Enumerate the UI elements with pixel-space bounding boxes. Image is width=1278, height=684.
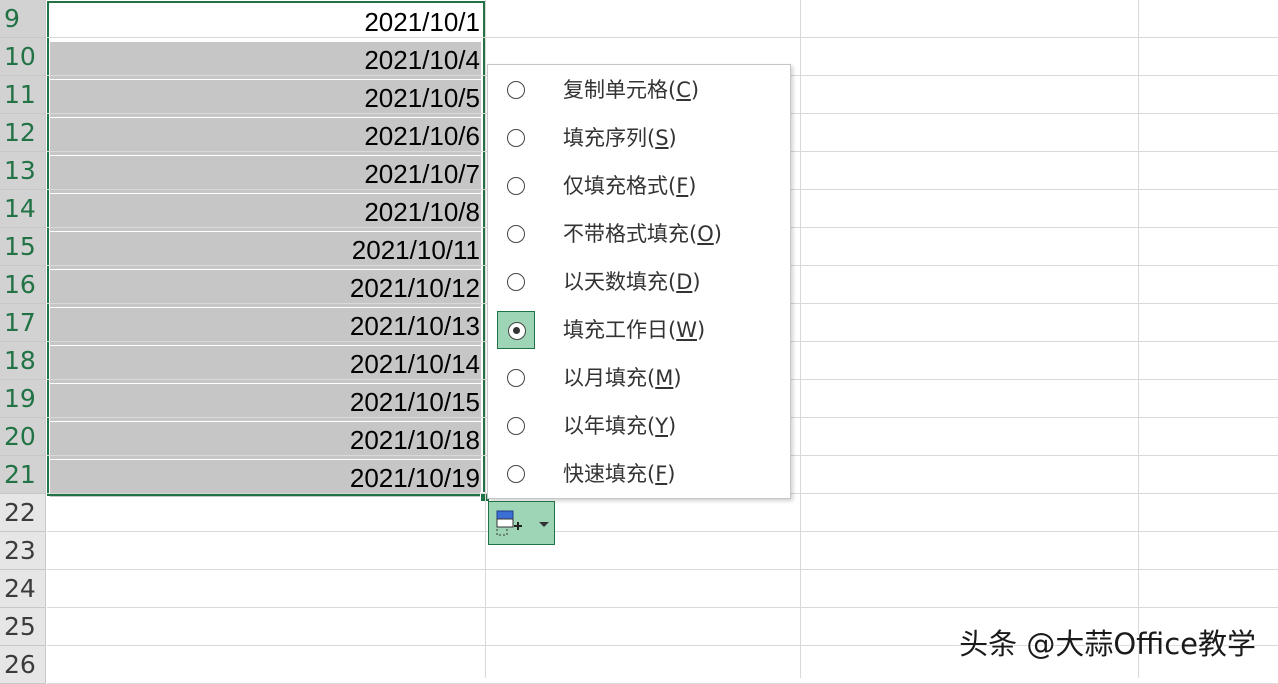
autofill-option[interactable]: 以年填充(Y)	[488, 405, 790, 449]
gridline	[485, 0, 486, 678]
option-label: 快速填充(F)	[563, 462, 676, 486]
date-cell[interactable]: 2021/10/19	[50, 460, 481, 497]
autofill-option[interactable]: 仅填充格式(F)	[488, 165, 790, 209]
autofill-option[interactable]: 填充序列(S)	[488, 117, 790, 161]
gridline	[800, 0, 801, 678]
date-cell[interactable]: 2021/10/1	[50, 4, 481, 41]
radio-icon	[507, 81, 525, 99]
date-cell[interactable]: 2021/10/15	[50, 384, 481, 421]
option-accelerator: C	[676, 78, 691, 102]
autofill-option[interactable]: 以天数填充(D)	[488, 261, 790, 305]
autofill-option[interactable]: 快速填充(F)	[488, 453, 790, 497]
row-header[interactable]: 15	[0, 228, 46, 266]
radio-icon	[507, 465, 525, 483]
date-cell[interactable]: 2021/10/5	[50, 80, 481, 117]
autofill-option[interactable]: 复制单元格(C)	[488, 69, 790, 113]
option-label: 仅填充格式(F)	[563, 174, 697, 198]
radio-button[interactable]	[497, 167, 535, 205]
option-label: 不带格式填充(O)	[563, 222, 722, 246]
watermark: 头条 @大蒜Office教学	[959, 627, 1256, 661]
date-cell[interactable]: 2021/10/8	[50, 194, 481, 231]
gridline	[1138, 0, 1139, 678]
option-label: 填充序列(S)	[563, 126, 677, 150]
option-label: 以天数填充(D)	[563, 270, 701, 294]
radio-button[interactable]	[497, 263, 535, 301]
radio-button[interactable]	[497, 119, 535, 157]
option-accelerator: F	[676, 174, 689, 198]
option-label: 复制单元格(C)	[563, 78, 700, 102]
date-cell[interactable]: 2021/10/7	[50, 156, 481, 193]
autofill-options-icon	[496, 510, 522, 536]
radio-icon	[507, 273, 525, 291]
chevron-down-icon	[539, 522, 549, 527]
row-header[interactable]: 22	[0, 494, 46, 532]
row-header[interactable]: 24	[0, 570, 46, 608]
row-header[interactable]: 14	[0, 190, 46, 228]
row-header[interactable]: 11	[0, 76, 46, 114]
row-header[interactable]: 17	[0, 304, 46, 342]
row-header[interactable]: 16	[0, 266, 46, 304]
date-cell[interactable]: 2021/10/14	[50, 346, 481, 383]
option-accelerator: S	[655, 126, 669, 150]
radio-button[interactable]	[497, 215, 535, 253]
row-header[interactable]: 26	[0, 646, 46, 684]
date-cell[interactable]: 2021/10/13	[50, 308, 481, 345]
date-cell[interactable]: 2021/10/12	[50, 270, 481, 307]
row-header[interactable]: 13	[0, 152, 46, 190]
option-accelerator: W	[676, 318, 697, 342]
row-header[interactable]: 19	[0, 380, 46, 418]
option-accelerator: F	[655, 462, 668, 486]
row-header[interactable]: 23	[0, 532, 46, 570]
autofill-option[interactable]: 以月填充(M)	[488, 357, 790, 401]
row-header[interactable]: 25	[0, 608, 46, 646]
radio-button[interactable]	[497, 311, 535, 349]
gridline	[47, 607, 1278, 608]
row-header[interactable]: 10	[0, 38, 46, 76]
option-accelerator: Y	[655, 414, 669, 438]
autofill-options-menu: 复制单元格(C) 填充序列(S) 仅填充格式(F) 不带格式填充(O) 以天数填充(D)…	[487, 64, 791, 499]
row-header[interactable]: 12	[0, 114, 46, 152]
option-label: 填充工作日(W)	[563, 318, 706, 342]
radio-button[interactable]	[497, 359, 535, 397]
radio-button[interactable]	[497, 71, 535, 109]
radio-icon	[508, 322, 526, 340]
gridline	[47, 531, 1278, 532]
date-cell[interactable]: 2021/10/11	[50, 232, 481, 269]
option-accelerator: O	[697, 222, 714, 246]
option-label: 以月填充(M)	[563, 366, 682, 390]
radio-icon	[507, 129, 525, 147]
radio-button[interactable]	[497, 455, 535, 493]
radio-icon	[507, 225, 525, 243]
radio-icon	[507, 417, 525, 435]
gridline	[47, 37, 1278, 38]
radio-button[interactable]	[497, 407, 535, 445]
date-cell[interactable]: 2021/10/6	[50, 118, 481, 155]
radio-icon	[507, 177, 525, 195]
row-header[interactable]: 18	[0, 342, 46, 380]
autofill-option[interactable]: 不带格式填充(O)	[488, 213, 790, 257]
autofill-options-button[interactable]	[488, 501, 555, 545]
row-header[interactable]: 20	[0, 418, 46, 456]
row-header[interactable]: 9	[0, 0, 46, 38]
date-cell[interactable]: 2021/10/18	[50, 422, 481, 459]
autofill-option[interactable]: 填充工作日(W)	[488, 309, 790, 353]
row-header[interactable]: 21	[0, 456, 46, 494]
gridline	[47, 569, 1278, 570]
option-label: 以年填充(Y)	[563, 414, 677, 438]
date-cell[interactable]: 2021/10/4	[50, 42, 481, 79]
option-accelerator: D	[676, 270, 693, 294]
radio-icon	[507, 369, 525, 387]
option-accelerator: M	[655, 366, 674, 390]
